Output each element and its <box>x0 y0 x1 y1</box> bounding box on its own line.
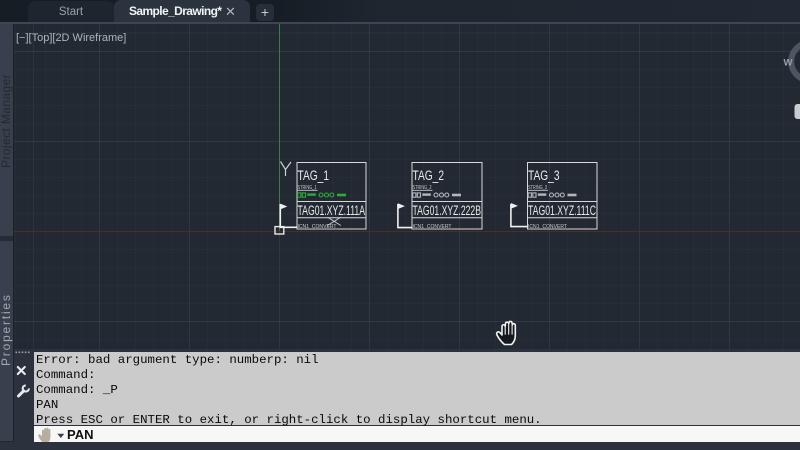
svg-text:TAG01.XYZ.111A: TAG01.XYZ.111A <box>298 203 366 218</box>
svg-text:TAG01.XYZ.111C: TAG01.XYZ.111C <box>528 203 596 218</box>
svg-text:TAG_2: TAG_2 <box>413 168 445 183</box>
svg-text:TAG_3: TAG_3 <box>528 168 560 183</box>
svg-text:W: W <box>784 58 793 69</box>
svg-text:TAG01.XYZ.222B: TAG01.XYZ.222B <box>413 203 482 218</box>
svg-text:TAG_1: TAG_1 <box>298 168 330 183</box>
